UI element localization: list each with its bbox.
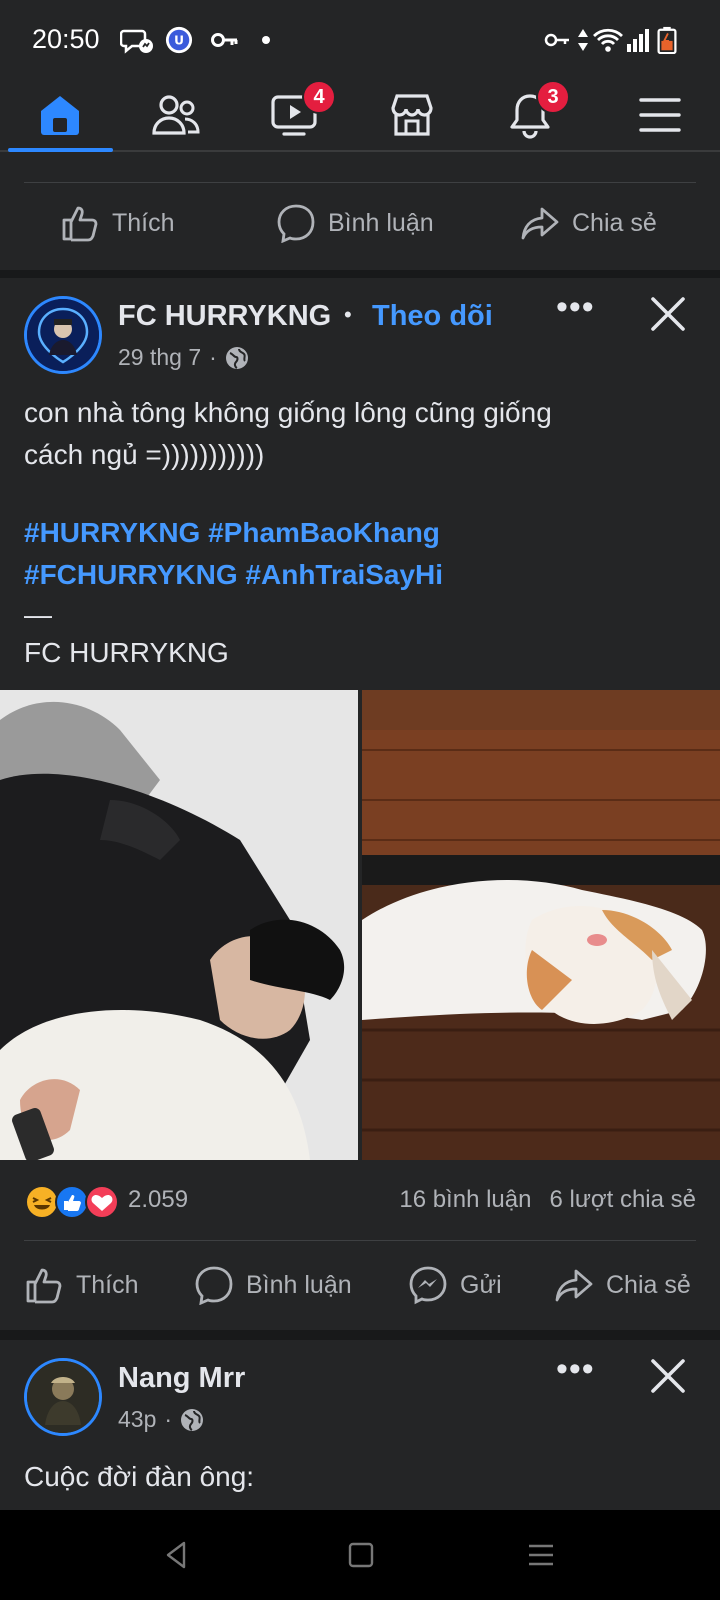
avatar-image <box>27 299 99 371</box>
friends-icon <box>152 95 200 135</box>
post-body: con nhà tông không giống lông cũng giống… <box>24 392 694 476</box>
more-options-button[interactable]: ••• <box>556 288 595 327</box>
meta-separator: · <box>209 344 217 370</box>
share-button[interactable]: Chia sẻ <box>554 1265 691 1305</box>
previous-post-actions: Thích Bình luận Chia sẻ <box>0 188 720 258</box>
post-photo-man-sleeping[interactable] <box>0 690 358 1160</box>
next-post-card: Nang Mrr 43p · ••• Cuộc đời đàn ông: <box>0 1340 720 1510</box>
send-button[interactable]: Gửi <box>408 1265 502 1305</box>
nav-friends[interactable] <box>126 80 226 150</box>
messenger-icon <box>409 1266 447 1305</box>
post-meta: 43p · <box>118 1406 204 1433</box>
nav-home[interactable] <box>10 80 110 150</box>
like-icon <box>26 1268 62 1304</box>
back-icon[interactable] <box>162 1540 192 1570</box>
status-bar: 20:50 U <box>0 0 720 80</box>
like-label: Thích <box>76 1270 139 1299</box>
battery-low-icon <box>657 26 677 54</box>
previous-post-footer: Thích Bình luận Chia sẻ <box>0 152 720 270</box>
post-author-name[interactable]: FC HURRYKNG <box>118 300 331 333</box>
more-options-button[interactable]: ••• <box>556 1350 595 1389</box>
share-label: Chia sẻ <box>606 1270 691 1299</box>
engagement-counts: 16 bình luận 6 lượt chia sẻ <box>399 1186 696 1214</box>
post-author-name[interactable]: Nang Mrr <box>118 1362 245 1395</box>
key-status-icon <box>544 33 569 47</box>
notifications-badge: 3 <box>536 80 570 114</box>
svg-text:U: U <box>174 34 184 48</box>
top-navigation-bar: 4 3 <box>0 80 720 152</box>
nav-video[interactable]: 4 <box>244 80 344 150</box>
globe-icon <box>181 1408 204 1431</box>
wifi-icon <box>593 28 623 52</box>
nav-notifications[interactable]: 3 <box>480 80 580 150</box>
post-text-line-2: cách ngủ =))))))))))) <box>24 439 265 470</box>
name-separator: • <box>344 302 352 327</box>
dot-icon <box>262 36 270 44</box>
post-meta: 29 thg 7 · <box>118 344 249 371</box>
video-badge: 4 <box>302 80 336 114</box>
share-label: Chia sẻ <box>572 208 657 237</box>
reaction-icons <box>25 1185 119 1219</box>
avatar-image <box>27 1361 99 1433</box>
share-count[interactable]: 6 lượt chia sẻ <box>549 1186 696 1214</box>
post-body: Cuộc đời đàn ông: <box>24 1456 694 1510</box>
author-avatar[interactable] <box>24 296 102 374</box>
comment-label: Bình luận <box>328 208 434 237</box>
status-time: 20:50 <box>32 24 100 54</box>
globe-icon <box>225 346 248 369</box>
post-card: FC HURRYKNG • Theo dõi 29 thg 7 · ••• co… <box>0 278 720 1330</box>
recents-icon[interactable] <box>526 1540 556 1570</box>
like-button[interactable]: Thích <box>60 203 175 243</box>
nav-marketplace[interactable] <box>362 80 462 150</box>
close-icon[interactable] <box>648 294 688 334</box>
comment-icon <box>277 204 315 243</box>
post-hashtags: #HURRYKNG #PhamBaoKhang #FCHURRYKNG #Anh… <box>24 512 694 596</box>
home-square-icon[interactable] <box>346 1540 376 1570</box>
post-text-line-1: Cuộc đời đàn ông: <box>24 1461 255 1492</box>
share-icon <box>521 207 559 240</box>
hamburger-menu-icon <box>639 98 681 132</box>
app-notification-icon: U <box>165 26 193 54</box>
send-label: Gửi <box>460 1270 502 1299</box>
vpn-key-icon <box>211 33 238 47</box>
like-button[interactable]: Thích <box>24 1265 139 1305</box>
post-time[interactable]: 29 thg 7 <box>118 344 201 371</box>
marketplace-icon <box>391 94 433 136</box>
post-photo-cat-sleeping[interactable] <box>362 690 720 1160</box>
post-time[interactable]: 43p <box>118 1406 156 1433</box>
author-avatar[interactable] <box>24 1358 102 1436</box>
system-navigation-bar <box>0 1510 720 1600</box>
share-button[interactable]: Chia sẻ <box>520 203 657 243</box>
like-label: Thích <box>112 208 175 237</box>
reaction-count: 2.059 <box>128 1186 189 1213</box>
divider <box>24 1240 696 1241</box>
follow-button[interactable]: Theo dõi <box>372 300 493 333</box>
home-icon <box>41 96 79 135</box>
signature-dash: — <box>24 599 52 630</box>
messenger-notification-icon <box>120 29 153 54</box>
post-text-line-1: con nhà tông không giống lông cũng giống <box>24 397 552 428</box>
photo-image <box>0 690 358 1160</box>
signal-icon <box>627 29 649 52</box>
hashtag-line-1[interactable]: #HURRYKNG #PhamBaoKhang <box>24 512 694 554</box>
like-icon <box>62 206 98 242</box>
data-transfer-icon <box>578 29 588 51</box>
divider <box>24 182 696 183</box>
comment-button[interactable]: Bình luận <box>276 203 434 243</box>
post-signature: FC HURRYKNG <box>24 637 229 668</box>
reactions-summary[interactable]: 2.059 16 bình luận 6 lượt chia sẻ <box>0 1178 720 1228</box>
nav-menu[interactable] <box>610 80 710 150</box>
share-icon <box>555 1269 593 1302</box>
post-signature-block: — FC HURRYKNG <box>24 596 694 672</box>
comment-button[interactable]: Bình luận <box>194 1265 352 1305</box>
post-actions: Thích Bình luận Gửi Chia sẻ <box>0 1250 720 1320</box>
meta-separator: · <box>164 1406 173 1432</box>
comment-count[interactable]: 16 bình luận <box>399 1186 531 1214</box>
close-icon[interactable] <box>648 1356 688 1396</box>
comment-label: Bình luận <box>246 1270 352 1299</box>
photo-image <box>362 690 720 1160</box>
hashtag-line-2[interactable]: #FCHURRYKNG #AnhTraiSayHi <box>24 554 694 596</box>
comment-icon <box>195 1266 233 1305</box>
